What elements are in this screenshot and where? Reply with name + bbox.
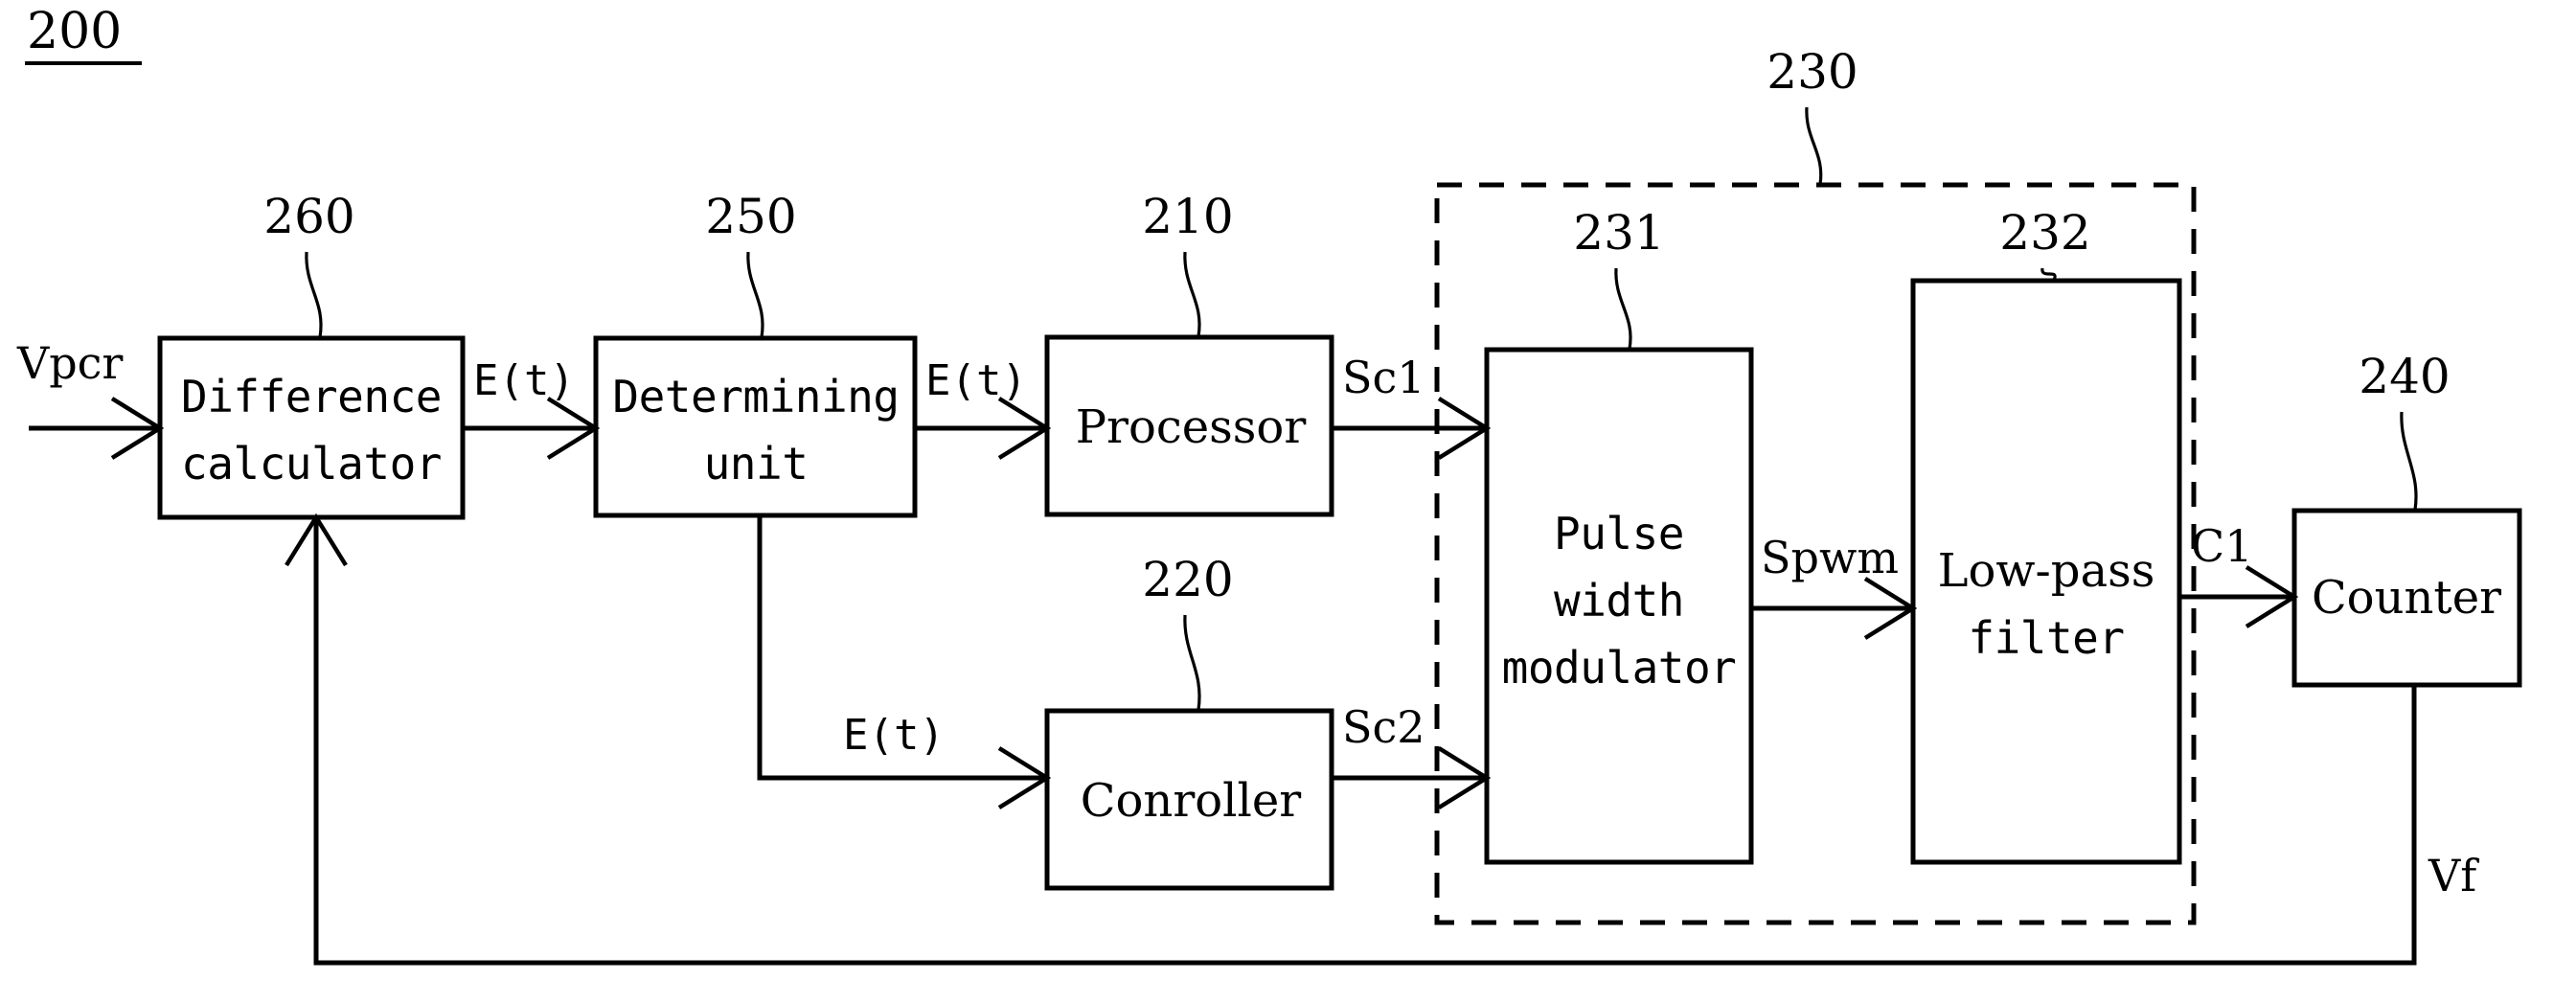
leader-line-232 <box>2040 267 2057 281</box>
block-pwm-label-line2: width <box>1554 575 1684 627</box>
ref-number-231: 231 <box>1573 205 1664 261</box>
ref-number-250: 250 <box>705 189 796 244</box>
leader-line-220 <box>1183 614 1201 711</box>
ref-number-220: 220 <box>1142 552 1233 607</box>
ref-number-210: 210 <box>1142 189 1233 244</box>
block-determining-unit-label-line1: Determining <box>612 371 899 422</box>
block-determining-unit-label-line2: unit <box>704 438 809 490</box>
block-pwm-label-line3: modulator <box>1502 642 1737 694</box>
block-difference-calculator[interactable] <box>157 335 466 520</box>
signal-label-et-1: E(t) <box>473 356 575 405</box>
figure-number: 200 <box>27 3 122 60</box>
block-difference-calculator-label-line1: Difference <box>181 371 442 422</box>
signal-label-sc2: Sc2 <box>1342 701 1425 753</box>
block-diagram-svg: 200 230 Difference calculator 260 Determ… <box>16 3 2522 966</box>
leader-line-240 <box>2400 411 2418 511</box>
leader-line-210 <box>1183 251 1201 337</box>
block-conroller-label: Conroller <box>1081 774 1301 828</box>
signal-label-et-3: E(t) <box>843 711 945 760</box>
block-difference-calculator-label-line2: calculator <box>181 438 442 490</box>
leader-line-231 <box>1614 267 1632 350</box>
block-lpf-label-line1: Low-pass <box>1938 544 2155 598</box>
block-counter-label: Counter <box>2312 571 2501 625</box>
leader-line-260 <box>305 251 323 338</box>
leader-line-250 <box>746 251 764 338</box>
signal-label-spwm: Spwm <box>1761 532 1899 583</box>
block-pwm-label-line1: Pulse <box>1554 508 1684 559</box>
ref-number-232: 232 <box>1999 205 2090 261</box>
ref-number-260: 260 <box>263 189 354 244</box>
signal-label-vpcr: Vpcr <box>16 337 123 389</box>
signal-label-et-2: E(t) <box>925 356 1027 405</box>
leader-line-230 <box>1805 106 1823 185</box>
ref-number-230: 230 <box>1767 44 1858 100</box>
signal-label-vf: Vf <box>2428 850 2479 901</box>
figure-canvas: 200 230 Difference calculator 260 Determ… <box>0 0 2576 1003</box>
block-lpf-label-line2: filter <box>1968 612 2124 664</box>
signal-label-sc1: Sc1 <box>1342 352 1425 403</box>
ref-number-240: 240 <box>2359 349 2450 404</box>
signal-label-c1: C1 <box>2191 520 2252 572</box>
block-processor-label: Processor <box>1076 400 1307 454</box>
